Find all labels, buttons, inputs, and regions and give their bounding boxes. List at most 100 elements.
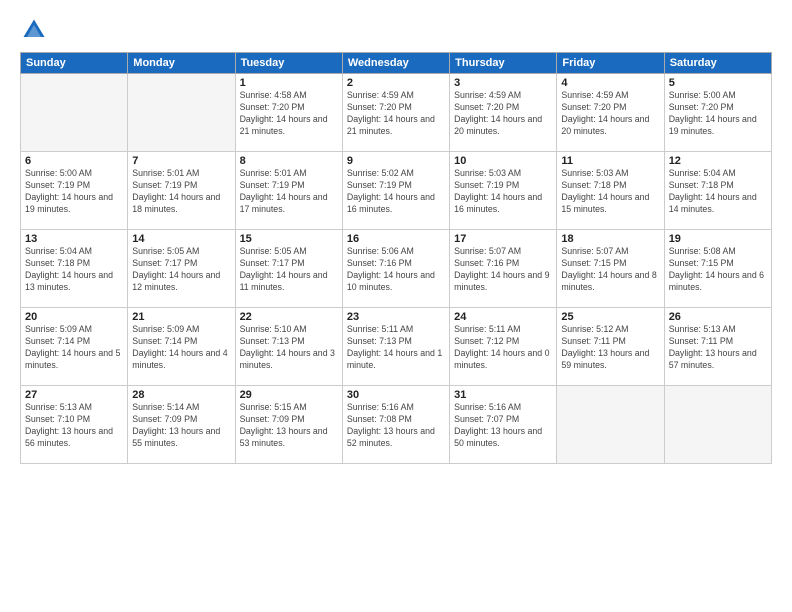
calendar-cell: 17Sunrise: 5:07 AM Sunset: 7:16 PM Dayli… — [450, 230, 557, 308]
day-number: 1 — [240, 77, 338, 89]
day-number: 31 — [454, 389, 552, 401]
calendar-week-2: 6Sunrise: 5:00 AM Sunset: 7:19 PM Daylig… — [21, 152, 772, 230]
day-info: Sunrise: 5:01 AM Sunset: 7:19 PM Dayligh… — [132, 168, 230, 216]
day-number: 22 — [240, 311, 338, 323]
header — [20, 16, 772, 44]
day-number: 8 — [240, 155, 338, 167]
calendar-cell: 26Sunrise: 5:13 AM Sunset: 7:11 PM Dayli… — [664, 308, 771, 386]
day-number: 12 — [669, 155, 767, 167]
day-number: 14 — [132, 233, 230, 245]
calendar-cell: 5Sunrise: 5:00 AM Sunset: 7:20 PM Daylig… — [664, 74, 771, 152]
calendar-cell: 30Sunrise: 5:16 AM Sunset: 7:08 PM Dayli… — [342, 386, 449, 464]
calendar-cell: 6Sunrise: 5:00 AM Sunset: 7:19 PM Daylig… — [21, 152, 128, 230]
day-number: 27 — [25, 389, 123, 401]
day-info: Sunrise: 5:08 AM Sunset: 7:15 PM Dayligh… — [669, 246, 767, 294]
day-number: 19 — [669, 233, 767, 245]
calendar-cell: 2Sunrise: 4:59 AM Sunset: 7:20 PM Daylig… — [342, 74, 449, 152]
day-info: Sunrise: 5:10 AM Sunset: 7:13 PM Dayligh… — [240, 324, 338, 372]
calendar-cell: 9Sunrise: 5:02 AM Sunset: 7:19 PM Daylig… — [342, 152, 449, 230]
day-number: 5 — [669, 77, 767, 89]
calendar-cell: 11Sunrise: 5:03 AM Sunset: 7:18 PM Dayli… — [557, 152, 664, 230]
calendar-cell: 31Sunrise: 5:16 AM Sunset: 7:07 PM Dayli… — [450, 386, 557, 464]
day-info: Sunrise: 5:14 AM Sunset: 7:09 PM Dayligh… — [132, 402, 230, 450]
calendar-cell — [21, 74, 128, 152]
calendar-cell: 7Sunrise: 5:01 AM Sunset: 7:19 PM Daylig… — [128, 152, 235, 230]
day-info: Sunrise: 4:59 AM Sunset: 7:20 PM Dayligh… — [347, 90, 445, 138]
day-info: Sunrise: 5:09 AM Sunset: 7:14 PM Dayligh… — [25, 324, 123, 372]
calendar-cell: 23Sunrise: 5:11 AM Sunset: 7:13 PM Dayli… — [342, 308, 449, 386]
day-number: 21 — [132, 311, 230, 323]
calendar-cell: 20Sunrise: 5:09 AM Sunset: 7:14 PM Dayli… — [21, 308, 128, 386]
day-info: Sunrise: 5:16 AM Sunset: 7:08 PM Dayligh… — [347, 402, 445, 450]
calendar-cell: 28Sunrise: 5:14 AM Sunset: 7:09 PM Dayli… — [128, 386, 235, 464]
calendar-cell: 10Sunrise: 5:03 AM Sunset: 7:19 PM Dayli… — [450, 152, 557, 230]
day-header-row: SundayMondayTuesdayWednesdayThursdayFrid… — [21, 53, 772, 74]
day-number: 28 — [132, 389, 230, 401]
calendar-cell: 14Sunrise: 5:05 AM Sunset: 7:17 PM Dayli… — [128, 230, 235, 308]
day-number: 18 — [561, 233, 659, 245]
day-info: Sunrise: 5:05 AM Sunset: 7:17 PM Dayligh… — [132, 246, 230, 294]
day-number: 16 — [347, 233, 445, 245]
day-info: Sunrise: 4:58 AM Sunset: 7:20 PM Dayligh… — [240, 90, 338, 138]
day-number: 20 — [25, 311, 123, 323]
day-info: Sunrise: 5:07 AM Sunset: 7:16 PM Dayligh… — [454, 246, 552, 294]
day-number: 3 — [454, 77, 552, 89]
day-info: Sunrise: 5:11 AM Sunset: 7:13 PM Dayligh… — [347, 324, 445, 372]
day-number: 15 — [240, 233, 338, 245]
calendar-cell: 8Sunrise: 5:01 AM Sunset: 7:19 PM Daylig… — [235, 152, 342, 230]
day-info: Sunrise: 5:00 AM Sunset: 7:19 PM Dayligh… — [25, 168, 123, 216]
day-number: 11 — [561, 155, 659, 167]
calendar-week-1: 1Sunrise: 4:58 AM Sunset: 7:20 PM Daylig… — [21, 74, 772, 152]
calendar-cell: 22Sunrise: 5:10 AM Sunset: 7:13 PM Dayli… — [235, 308, 342, 386]
day-number: 9 — [347, 155, 445, 167]
day-number: 26 — [669, 311, 767, 323]
day-number: 29 — [240, 389, 338, 401]
calendar-cell: 4Sunrise: 4:59 AM Sunset: 7:20 PM Daylig… — [557, 74, 664, 152]
day-info: Sunrise: 5:06 AM Sunset: 7:16 PM Dayligh… — [347, 246, 445, 294]
day-header-thursday: Thursday — [450, 53, 557, 74]
page: SundayMondayTuesdayWednesdayThursdayFrid… — [0, 0, 792, 612]
day-number: 4 — [561, 77, 659, 89]
day-number: 13 — [25, 233, 123, 245]
day-info: Sunrise: 5:16 AM Sunset: 7:07 PM Dayligh… — [454, 402, 552, 450]
day-info: Sunrise: 5:04 AM Sunset: 7:18 PM Dayligh… — [25, 246, 123, 294]
day-number: 24 — [454, 311, 552, 323]
calendar-cell: 21Sunrise: 5:09 AM Sunset: 7:14 PM Dayli… — [128, 308, 235, 386]
day-info: Sunrise: 5:11 AM Sunset: 7:12 PM Dayligh… — [454, 324, 552, 372]
day-info: Sunrise: 5:04 AM Sunset: 7:18 PM Dayligh… — [669, 168, 767, 216]
calendar-cell: 15Sunrise: 5:05 AM Sunset: 7:17 PM Dayli… — [235, 230, 342, 308]
day-header-friday: Friday — [557, 53, 664, 74]
calendar-week-3: 13Sunrise: 5:04 AM Sunset: 7:18 PM Dayli… — [21, 230, 772, 308]
day-header-sunday: Sunday — [21, 53, 128, 74]
day-number: 7 — [132, 155, 230, 167]
day-number: 10 — [454, 155, 552, 167]
logo-icon — [20, 16, 48, 44]
calendar-week-5: 27Sunrise: 5:13 AM Sunset: 7:10 PM Dayli… — [21, 386, 772, 464]
day-info: Sunrise: 5:07 AM Sunset: 7:15 PM Dayligh… — [561, 246, 659, 294]
calendar-cell: 19Sunrise: 5:08 AM Sunset: 7:15 PM Dayli… — [664, 230, 771, 308]
calendar-cell — [664, 386, 771, 464]
day-info: Sunrise: 5:02 AM Sunset: 7:19 PM Dayligh… — [347, 168, 445, 216]
calendar-cell — [557, 386, 664, 464]
day-header-wednesday: Wednesday — [342, 53, 449, 74]
day-info: Sunrise: 4:59 AM Sunset: 7:20 PM Dayligh… — [561, 90, 659, 138]
day-info: Sunrise: 5:01 AM Sunset: 7:19 PM Dayligh… — [240, 168, 338, 216]
day-info: Sunrise: 5:13 AM Sunset: 7:11 PM Dayligh… — [669, 324, 767, 372]
calendar-cell: 25Sunrise: 5:12 AM Sunset: 7:11 PM Dayli… — [557, 308, 664, 386]
calendar-cell: 12Sunrise: 5:04 AM Sunset: 7:18 PM Dayli… — [664, 152, 771, 230]
calendar-cell: 29Sunrise: 5:15 AM Sunset: 7:09 PM Dayli… — [235, 386, 342, 464]
calendar-cell: 27Sunrise: 5:13 AM Sunset: 7:10 PM Dayli… — [21, 386, 128, 464]
day-info: Sunrise: 5:15 AM Sunset: 7:09 PM Dayligh… — [240, 402, 338, 450]
day-number: 2 — [347, 77, 445, 89]
day-info: Sunrise: 5:09 AM Sunset: 7:14 PM Dayligh… — [132, 324, 230, 372]
calendar-cell: 16Sunrise: 5:06 AM Sunset: 7:16 PM Dayli… — [342, 230, 449, 308]
calendar-cell — [128, 74, 235, 152]
day-info: Sunrise: 5:03 AM Sunset: 7:18 PM Dayligh… — [561, 168, 659, 216]
day-number: 6 — [25, 155, 123, 167]
calendar-cell: 3Sunrise: 4:59 AM Sunset: 7:20 PM Daylig… — [450, 74, 557, 152]
day-header-saturday: Saturday — [664, 53, 771, 74]
calendar-cell: 13Sunrise: 5:04 AM Sunset: 7:18 PM Dayli… — [21, 230, 128, 308]
day-info: Sunrise: 5:13 AM Sunset: 7:10 PM Dayligh… — [25, 402, 123, 450]
day-info: Sunrise: 5:03 AM Sunset: 7:19 PM Dayligh… — [454, 168, 552, 216]
day-info: Sunrise: 5:00 AM Sunset: 7:20 PM Dayligh… — [669, 90, 767, 138]
